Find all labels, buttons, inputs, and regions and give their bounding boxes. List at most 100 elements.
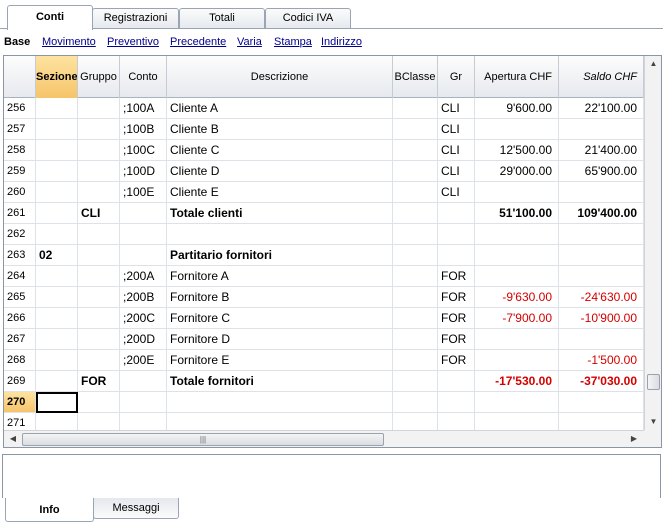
cell-bclasse[interactable]	[393, 140, 438, 161]
row-number[interactable]: 266	[4, 308, 36, 329]
cell-gr[interactable]: CLI	[438, 161, 475, 182]
tab-messaggi[interactable]: Messaggi	[93, 498, 179, 519]
cell-conto[interactable]	[120, 392, 167, 413]
col-header-descrizione[interactable]: Descrizione	[167, 56, 393, 98]
cell-descrizione[interactable]: Fornitore E	[167, 350, 393, 371]
view-precedente[interactable]: Precedente	[170, 36, 226, 48]
view-varia[interactable]: Varia	[237, 36, 262, 48]
cell-bclasse[interactable]	[393, 119, 438, 140]
table-row[interactable]: 268 ;200E Fornitore E FOR -1'500.00	[4, 350, 644, 371]
scroll-up-icon[interactable]: ▲	[646, 56, 661, 72]
cell-apertura[interactable]: -9'630.00	[475, 287, 559, 308]
cell-gr[interactable]: CLI	[438, 182, 475, 203]
cell-conto[interactable]	[120, 224, 167, 245]
cell-bclasse[interactable]	[393, 161, 438, 182]
cell-apertura[interactable]: 12'500.00	[475, 140, 559, 161]
cell-conto[interactable]: ;100D	[120, 161, 167, 182]
cell-gruppo[interactable]	[78, 182, 120, 203]
cell-saldo[interactable]	[559, 266, 644, 287]
cell-bclasse[interactable]	[393, 308, 438, 329]
col-header-saldo[interactable]: Saldo CHF	[559, 56, 644, 98]
cell-apertura[interactable]	[475, 266, 559, 287]
cell-conto[interactable]: ;200D	[120, 329, 167, 350]
cell-saldo[interactable]: -37'030.00	[559, 371, 644, 392]
cell-apertura[interactable]: 29'000.00	[475, 161, 559, 182]
cell-saldo[interactable]	[559, 182, 644, 203]
cell-gr[interactable]: FOR	[438, 266, 475, 287]
cell-bclasse[interactable]	[393, 203, 438, 224]
table-row[interactable]: 264 ;200A Fornitore A FOR	[4, 266, 644, 287]
cell-bclasse[interactable]	[393, 98, 438, 119]
view-movimento[interactable]: Movimento	[42, 36, 96, 48]
cell-bclasse[interactable]	[393, 287, 438, 308]
cell-apertura[interactable]	[475, 245, 559, 266]
row-number[interactable]: 267	[4, 329, 36, 350]
table-row[interactable]: 262	[4, 224, 644, 245]
cell-apertura[interactable]	[475, 350, 559, 371]
table-row[interactable]: 270	[4, 392, 644, 413]
tab-totali[interactable]: Totali	[179, 8, 265, 29]
cell-apertura[interactable]	[475, 224, 559, 245]
cell-conto[interactable]	[120, 203, 167, 224]
cell-descrizione[interactable]	[167, 392, 393, 413]
cell-apertura[interactable]: 9'600.00	[475, 98, 559, 119]
cell-descrizione[interactable]: Cliente B	[167, 119, 393, 140]
row-number[interactable]: 260	[4, 182, 36, 203]
table-row[interactable]: 260 ;100E Cliente E CLI	[4, 182, 644, 203]
row-number[interactable]: 261	[4, 203, 36, 224]
row-number[interactable]: 264	[4, 266, 36, 287]
cell-saldo[interactable]	[559, 392, 644, 413]
horizontal-scroll-thumb[interactable]: |||	[22, 433, 384, 446]
table-row[interactable]: 265 ;200B Fornitore B FOR -9'630.00 -24'630.0…	[4, 287, 644, 308]
row-number[interactable]: 258	[4, 140, 36, 161]
row-number[interactable]: 256	[4, 98, 36, 119]
table-row[interactable]: 266 ;200C Fornitore C FOR -7'900.00 -10'900.0…	[4, 308, 644, 329]
cell-conto[interactable]	[120, 371, 167, 392]
row-number[interactable]: 262	[4, 224, 36, 245]
cell-descrizione[interactable]: Cliente C	[167, 140, 393, 161]
cell-gr[interactable]: CLI	[438, 119, 475, 140]
cell-saldo[interactable]	[559, 245, 644, 266]
cell-gr[interactable]: FOR	[438, 287, 475, 308]
cell-gruppo[interactable]	[78, 224, 120, 245]
cell-conto[interactable]	[120, 245, 167, 266]
row-number[interactable]: 259	[4, 161, 36, 182]
cell-gr[interactable]	[438, 371, 475, 392]
cell-descrizione[interactable]	[167, 224, 393, 245]
cell-conto[interactable]: ;100C	[120, 140, 167, 161]
col-header-apertura[interactable]: Apertura CHF	[475, 56, 559, 98]
cell-sezione[interactable]	[36, 266, 78, 287]
cell-bclasse[interactable]	[393, 182, 438, 203]
cell-apertura[interactable]	[475, 182, 559, 203]
cell-saldo[interactable]: -24'630.00	[559, 287, 644, 308]
cell-gr[interactable]: FOR	[438, 329, 475, 350]
cell-descrizione[interactable]: Totale clienti	[167, 203, 393, 224]
table-row[interactable]: 263 02 Partitario fornitori	[4, 245, 644, 266]
cell-bclasse[interactable]	[393, 224, 438, 245]
cell-gruppo[interactable]	[78, 98, 120, 119]
cell-conto[interactable]: ;200C	[120, 308, 167, 329]
cell-gruppo[interactable]	[78, 329, 120, 350]
cell-gruppo[interactable]	[78, 350, 120, 371]
cell-gr[interactable]	[438, 224, 475, 245]
row-number[interactable]: 257	[4, 119, 36, 140]
col-header-conto[interactable]: Conto	[120, 56, 167, 98]
col-header-sezione[interactable]: Sezione	[36, 56, 78, 98]
cell-gruppo[interactable]	[78, 287, 120, 308]
cell-saldo[interactable]: 21'400.00	[559, 140, 644, 161]
table-row[interactable]: 261 CLI Totale clienti 51'100.00 109'400.00	[4, 203, 644, 224]
cell-bclasse[interactable]	[393, 266, 438, 287]
row-number[interactable]: 270	[4, 392, 36, 413]
row-number[interactable]: 269	[4, 371, 36, 392]
cell-sezione[interactable]	[36, 224, 78, 245]
cell-descrizione[interactable]: Totale fornitori	[167, 371, 393, 392]
col-header-gruppo[interactable]: Gruppo	[78, 56, 120, 98]
cell-gruppo[interactable]	[78, 392, 120, 413]
cell-descrizione[interactable]: Partitario fornitori	[167, 245, 393, 266]
cell-gruppo[interactable]	[78, 119, 120, 140]
cell-bclasse[interactable]	[393, 392, 438, 413]
cell-apertura[interactable]	[475, 329, 559, 350]
cell-apertura[interactable]: -17'530.00	[475, 371, 559, 392]
col-header-gr[interactable]: Gr	[438, 56, 475, 98]
cell-descrizione[interactable]: Cliente D	[167, 161, 393, 182]
